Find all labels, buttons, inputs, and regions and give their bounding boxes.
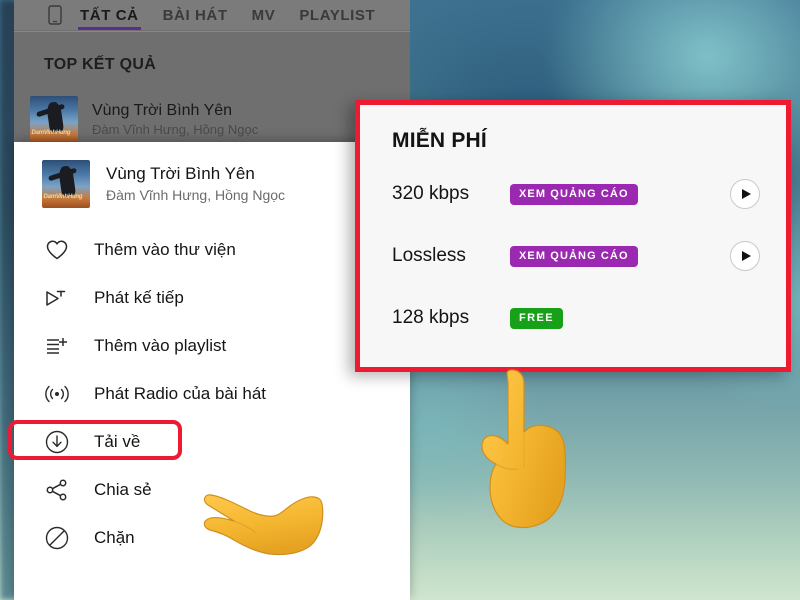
menu-item-add-to-playlist[interactable]: Thêm vào playlist — [14, 322, 410, 370]
download-icon — [42, 427, 72, 457]
context-menu-thumbnail: DamVinhHung — [42, 160, 90, 208]
menu-item-play-next[interactable]: Phát kế tiếp — [14, 274, 410, 322]
menu-item-label: Thêm vào thư viện — [94, 240, 236, 259]
menu-item-label: Chặn — [94, 528, 135, 547]
menu-item-play-song-radio[interactable]: Phát Radio của bài hát — [14, 370, 410, 418]
menu-item-download[interactable]: Tải về — [8, 418, 410, 466]
context-menu-panel: DamVinhHung Vùng Trời Bình Yên Đàm Vĩnh … — [8, 142, 410, 600]
quality-options-list: 320 kbps XEM QUẢNG CÁO Lossless XEM QUẢN… — [360, 153, 786, 349]
context-thumbnail-watermark: DamVinhHung — [43, 194, 83, 201]
result-song-title: Vùng Trời Bình Yên — [92, 102, 233, 119]
free-badge: FREE — [510, 307, 563, 329]
menu-item-label: Chia sẻ — [94, 480, 152, 499]
quality-label: 320 kbps — [392, 183, 470, 204]
menu-item-share[interactable]: Chia sẻ — [14, 466, 410, 514]
menu-item-label: Phát Radio của bài hát — [94, 384, 267, 403]
tab-tat-ca[interactable]: TẤT CẢ — [68, 0, 151, 30]
search-result-row[interactable]: DamVinhHung Vùng Trời Bình Yên Đàm Vĩnh … — [14, 90, 410, 150]
download-quality-dialog: MIỄN PHÍ 320 kbps XEM QUẢNG CÁO Lossless… — [355, 100, 791, 372]
playlist-add-icon — [42, 331, 72, 361]
menu-item-block[interactable]: Chặn — [14, 514, 410, 562]
quality-label: 128 kbps — [392, 307, 470, 328]
share-icon — [42, 475, 72, 505]
tab-divider — [14, 31, 410, 32]
play-triangle-icon — [742, 189, 751, 199]
album-thumbnail: DamVinhHung — [30, 96, 78, 144]
tab-playlist[interactable]: PLAYLIST — [287, 0, 387, 30]
dialog-title: MIỄN PHÍ — [392, 129, 487, 152]
play-triangle-icon — [742, 251, 751, 261]
thumbnail-watermark: DamVinhHung — [31, 130, 71, 137]
menu-item-label: Thêm vào playlist — [94, 336, 227, 355]
radio-icon — [42, 379, 72, 409]
preview-play-button[interactable] — [730, 179, 760, 209]
menu-item-label: Phát kế tiếp — [94, 288, 184, 307]
quality-row-lossless[interactable]: Lossless XEM QUẢNG CÁO — [360, 225, 786, 287]
context-menu-song-artists: Đàm Vĩnh Hưng, Hồng Ngọc — [106, 187, 286, 203]
ad-badge[interactable]: XEM QUẢNG CÁO — [510, 183, 638, 205]
result-song-artists: Đàm Vĩnh Hưng, Hồng Ngọc — [92, 122, 259, 137]
quality-label: Lossless — [392, 245, 466, 266]
ad-badge[interactable]: XEM QUẢNG CÁO — [510, 245, 638, 267]
menu-item-label: Tải về — [94, 432, 141, 451]
tab-mv[interactable]: MV — [240, 0, 288, 30]
context-menu-header: DamVinhHung Vùng Trời Bình Yên Đàm Vĩnh … — [14, 142, 410, 218]
screenshot-root: TẤT CẢ BÀI HÁT MV PLAYLIST TOP KẾT QUẢ D… — [0, 0, 800, 600]
phone-icon[interactable] — [42, 4, 68, 26]
tab-bar: TẤT CẢ BÀI HÁT MV PLAYLIST — [14, 0, 410, 30]
heart-icon — [42, 235, 72, 265]
top-result-heading: TOP KẾT QUẢ — [44, 56, 157, 73]
context-menu-items: Thêm vào thư viện Phát kế tiếp Thêm vào … — [8, 218, 410, 562]
quality-row-320kbps[interactable]: 320 kbps XEM QUẢNG CÁO — [360, 163, 786, 225]
menu-item-add-to-library[interactable]: Thêm vào thư viện — [14, 226, 410, 274]
context-menu-song-title: Vùng Trời Bình Yên — [106, 164, 255, 183]
tab-bai-hat[interactable]: BÀI HÁT — [151, 0, 240, 30]
preview-play-button[interactable] — [730, 241, 760, 271]
quality-row-128kbps[interactable]: 128 kbps FREE — [360, 287, 786, 349]
block-icon — [42, 523, 72, 553]
play-next-icon — [42, 283, 72, 313]
